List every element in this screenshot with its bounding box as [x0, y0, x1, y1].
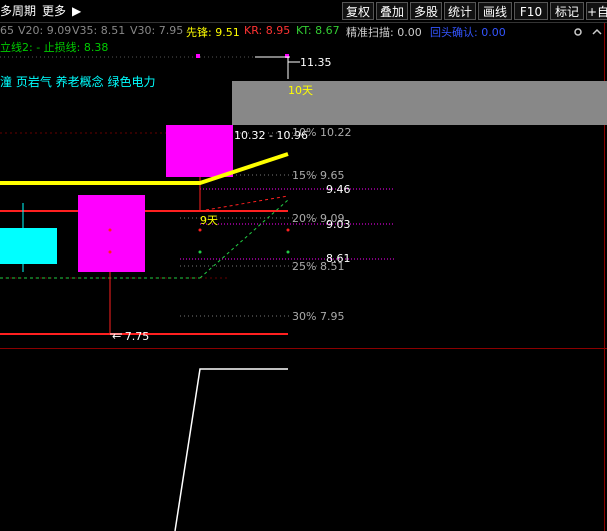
- multi-stock-button[interactable]: 多股: [410, 2, 442, 20]
- kt-label: KT: 8.67: [296, 24, 340, 37]
- days-9-label: 9天: [200, 214, 218, 227]
- restore-right-button[interactable]: 复权: [342, 2, 374, 20]
- volume-line: [174, 368, 288, 531]
- yellow-ma-line: [0, 152, 289, 185]
- collapse-icon[interactable]: [592, 26, 602, 36]
- high-price-label: 11.35: [300, 56, 332, 69]
- red-trend: [199, 195, 289, 212]
- kr-label: KR: 8.95: [244, 24, 291, 37]
- toolbar-left: 多周期 更多 ▶: [0, 2, 87, 19]
- ma-label: V30: 7.95: [130, 24, 184, 37]
- multi-period-menu[interactable]: 多周期: [0, 4, 36, 18]
- overlay-button[interactable]: 叠加: [376, 2, 408, 20]
- more-arrow-icon[interactable]: ▶: [72, 4, 81, 18]
- candle-cyan: [0, 228, 57, 264]
- candle-magenta: [78, 195, 145, 272]
- concept-tags: 潼 页岩气 养老概念 绿色电力: [0, 75, 156, 89]
- statistics-button[interactable]: 统计: [444, 2, 476, 20]
- gear-icon[interactable]: [573, 26, 583, 36]
- more-menu[interactable]: 更多: [42, 4, 66, 18]
- marker-dot: [196, 54, 200, 58]
- low-price-value: 7.75: [124, 330, 150, 343]
- pioneer-label: 先锋: 9.51: [186, 26, 240, 39]
- days-10-label: 10天: [288, 84, 313, 97]
- f10-button[interactable]: F10: [514, 2, 548, 20]
- fib-30-label: 30% 7.95: [292, 310, 345, 323]
- stop-loss-info: 立线2: - 止损线: 8.38: [0, 41, 109, 54]
- ma-label: 65: [0, 24, 14, 37]
- ma-label: V20: 9.09: [18, 24, 72, 37]
- level-903-label: 9.03: [326, 218, 351, 231]
- fib-15-label: 15% 9.65: [292, 169, 345, 182]
- fib-25-label: 25% 8.51: [292, 260, 345, 273]
- draw-line-button[interactable]: 画线: [478, 2, 512, 20]
- confirm-label: 回头确认: 0.00: [430, 26, 506, 39]
- fib-10-label: 10% 10.22: [292, 126, 352, 139]
- custom-button[interactable]: +自: [586, 2, 607, 20]
- level-946-label: 9.46: [326, 183, 351, 196]
- scan-label: 精准扫描: 0.00: [346, 26, 422, 39]
- ma-label: V35: 8.51: [72, 24, 126, 37]
- toolbar: 多周期 更多 ▶ 复权 叠加 多股 统计 画线 F10 标记 +自: [0, 0, 607, 22]
- mark-button[interactable]: 标记: [550, 2, 584, 20]
- candle-magenta-top: [166, 125, 233, 177]
- low-price-label: ← 7.75: [112, 330, 150, 343]
